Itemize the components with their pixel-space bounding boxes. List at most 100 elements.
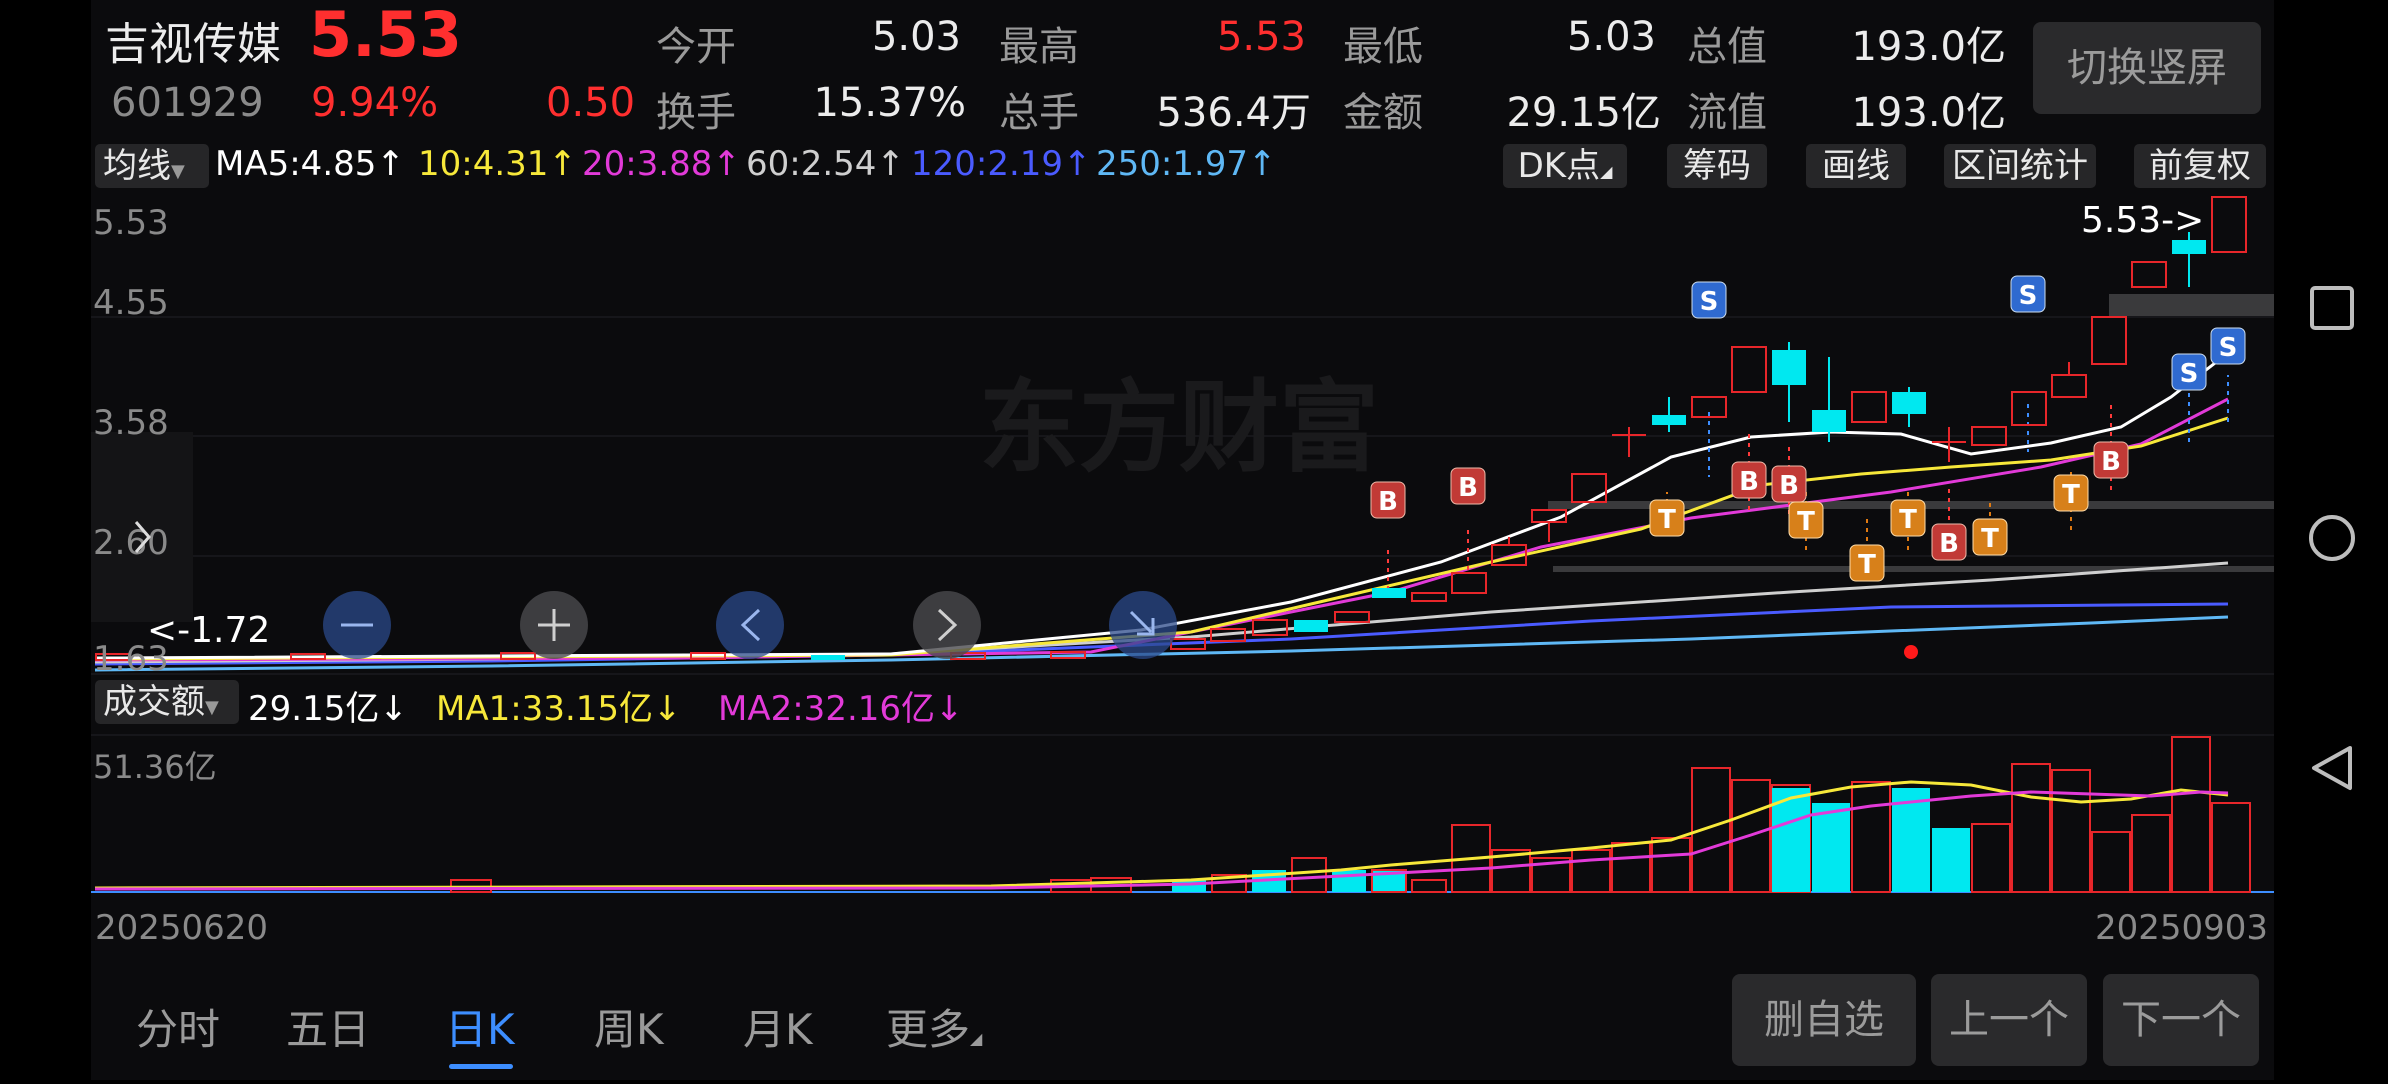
t-marker: T: [1649, 499, 1685, 537]
reset-position-button[interactable]: [1109, 591, 1177, 659]
svg-text:2.60: 2.60: [93, 523, 169, 563]
dk-point-button[interactable]: DK点◢: [1503, 144, 1627, 188]
home-icon[interactable]: [2309, 515, 2355, 561]
svg-text:4.55: 4.55: [93, 283, 169, 323]
ma10-value: 10:4.31↑: [418, 144, 577, 184]
stock-code: 601929: [111, 80, 264, 126]
end-date: 20250903: [2095, 908, 2269, 948]
svg-text:T: T: [1797, 507, 1815, 537]
interval-stats-button[interactable]: 区间统计: [1944, 144, 2096, 188]
stat-value: 193.0亿: [1851, 90, 2006, 136]
start-date: 20250620: [95, 908, 269, 948]
previous-stock-button[interactable]: 上一个: [1931, 974, 2087, 1066]
ma250-value: 250:1.97↑: [1096, 144, 1277, 184]
change-percent: 9.94%: [311, 80, 439, 126]
volume-axis-max: 51.36亿: [93, 748, 217, 786]
volume-ma1: MA1:33.15亿↓: [436, 689, 682, 729]
back-icon[interactable]: [2312, 746, 2352, 790]
stock-price: 5.53: [309, 0, 462, 71]
sell-marker: S: [1691, 281, 1727, 319]
watermark: 东方财富: [979, 369, 1379, 486]
tab-more[interactable]: 更多◢: [886, 996, 982, 1057]
switch-portrait-button[interactable]: 切换竖屏: [2033, 22, 2261, 114]
ma-indicator-label: 均线: [103, 146, 171, 186]
svg-text:3.58: 3.58: [93, 403, 169, 443]
ma-indicator-selector[interactable]: 均线▼: [95, 144, 209, 188]
kline-screen: 吉视传媒 5.53 601929 9.94% 0.50 今开 5.03 最高 5…: [91, 0, 2274, 1080]
tab-monthly-k[interactable]: 月K: [743, 996, 813, 1057]
tab-five-day[interactable]: 五日: [286, 996, 370, 1057]
stat-label: 金额: [1343, 90, 1423, 136]
stat-label: 流值: [1687, 90, 1767, 136]
t-marker: T: [1849, 544, 1885, 582]
zoom-in-button[interactable]: [520, 591, 588, 659]
active-tab-indicator: [449, 1064, 513, 1069]
stat-label: 今开: [656, 24, 736, 70]
stat-label: 总手: [999, 90, 1079, 136]
svg-text:T: T: [1981, 524, 1999, 554]
ma120-value: 120:2.19↑: [911, 144, 1092, 184]
stat-value: 5.03: [1566, 14, 1656, 60]
volume-ma2: MA2:32.16亿↓: [718, 689, 964, 729]
t-marker: T: [1788, 501, 1824, 539]
buy-marker: B: [1931, 523, 1967, 561]
t-marker: T: [1890, 499, 1926, 537]
draw-line-button[interactable]: 画线: [1806, 144, 1906, 188]
remove-watchlist-button[interactable]: 删自选: [1732, 974, 1916, 1066]
svg-text:B: B: [1779, 471, 1799, 501]
stat-value: 29.15亿: [1506, 90, 1661, 136]
t-marker: T: [1972, 518, 2008, 556]
tab-daily-k[interactable]: 日K: [445, 996, 515, 1057]
recents-icon[interactable]: [2310, 286, 2354, 330]
ma60-value: 60:2.54↑: [746, 144, 905, 184]
tab-weekly-k[interactable]: 周K: [594, 996, 664, 1057]
svg-text:B: B: [1378, 487, 1398, 517]
next-stock-button[interactable]: 下一个: [2103, 974, 2259, 1066]
sell-marker: S: [2171, 353, 2207, 391]
pre-adjust-button[interactable]: 前复权: [2134, 144, 2266, 188]
volume-chart[interactable]: 51.36亿: [91, 730, 2274, 900]
stat-label: 换手: [656, 90, 736, 136]
sell-marker: S: [2210, 327, 2246, 365]
zoom-out-button[interactable]: [323, 591, 391, 659]
t-marker: T: [2053, 474, 2089, 512]
svg-text:5.53: 5.53: [93, 203, 169, 243]
sell-marker: S: [2010, 275, 2046, 313]
ma20-value: 20:3.88↑: [582, 144, 741, 184]
price-band: [2109, 294, 2274, 316]
max-price-label: 5.53->: [2081, 200, 2204, 241]
svg-text:S: S: [2219, 333, 2238, 363]
tab-more-label: 更多: [886, 1005, 971, 1054]
chips-button[interactable]: 筹码: [1667, 144, 1767, 188]
svg-text:T: T: [1858, 550, 1876, 580]
stat-value: 536.4万: [1156, 90, 1311, 136]
candlestick-chart[interactable]: 东方财富 B B B B B B S S S S T T T T T T 5.5…: [91, 192, 2274, 675]
chart-nav-controls[interactable]: [134, 521, 1177, 659]
volume-value: 29.15亿↓: [248, 689, 408, 729]
svg-text:B: B: [1458, 473, 1478, 503]
min-price-label: <-1.72: [147, 610, 270, 651]
corner-caret-icon: ◢: [970, 1029, 983, 1048]
buy-marker: B: [1771, 465, 1807, 503]
svg-text:T: T: [1658, 505, 1676, 535]
stat-label: 总值: [1687, 24, 1767, 70]
svg-text:B: B: [1739, 467, 1759, 497]
stat-label: 最高: [999, 24, 1079, 70]
ma5-value: MA5:4.85↑: [215, 144, 405, 184]
dk-point-label: DK点: [1517, 146, 1601, 186]
stat-value: 15.37%: [813, 80, 966, 126]
scroll-left-button[interactable]: [716, 591, 784, 659]
svg-text:S: S: [2180, 359, 2199, 389]
buy-marker: B: [2093, 441, 2129, 479]
stat-label: 最低: [1343, 24, 1423, 70]
buy-marker: B: [1370, 481, 1406, 519]
svg-text:T: T: [1899, 505, 1917, 535]
tab-intraday[interactable]: 分时: [136, 996, 220, 1057]
svg-text:S: S: [1700, 287, 1719, 317]
buy-marker: B: [1731, 461, 1767, 499]
caret-down-icon: ▼: [171, 161, 185, 182]
volume-indicator-selector[interactable]: 成交额▼: [95, 680, 239, 724]
change-amount: 0.50: [546, 80, 636, 126]
scroll-right-button[interactable]: [913, 591, 981, 659]
caret-down-icon: ▼: [205, 697, 219, 718]
